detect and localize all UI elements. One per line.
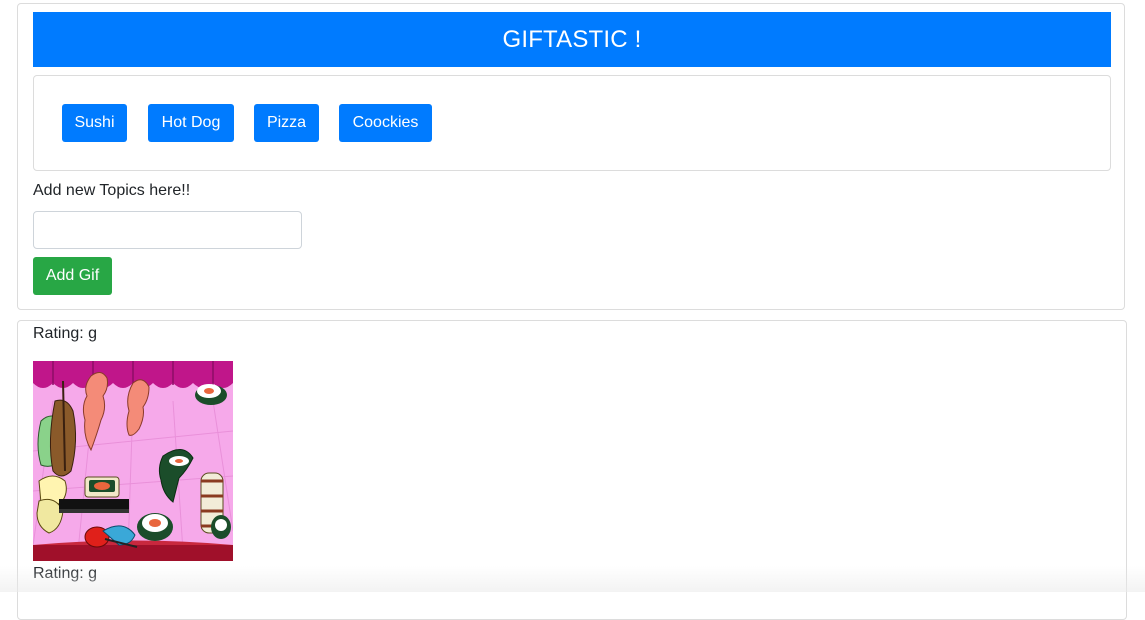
topic-input[interactable] — [33, 211, 302, 249]
page-title: GIFTASTIC ! — [33, 12, 1111, 67]
sushi-gif-image[interactable] — [33, 361, 233, 561]
topic-button-sushi[interactable]: Sushi — [62, 104, 127, 142]
topic-button-pizza[interactable]: Pizza — [254, 104, 319, 142]
topic-button-hot-dog[interactable]: Hot Dog — [148, 104, 234, 142]
add-topic-label: Add new Topics here!! — [33, 182, 191, 199]
topic-button-coockies[interactable]: Coockies — [339, 104, 432, 142]
gif-rating: Rating: g — [33, 325, 98, 342]
gif-rating: Rating: g — [33, 565, 98, 582]
add-gif-button[interactable]: Add Gif — [33, 257, 112, 295]
